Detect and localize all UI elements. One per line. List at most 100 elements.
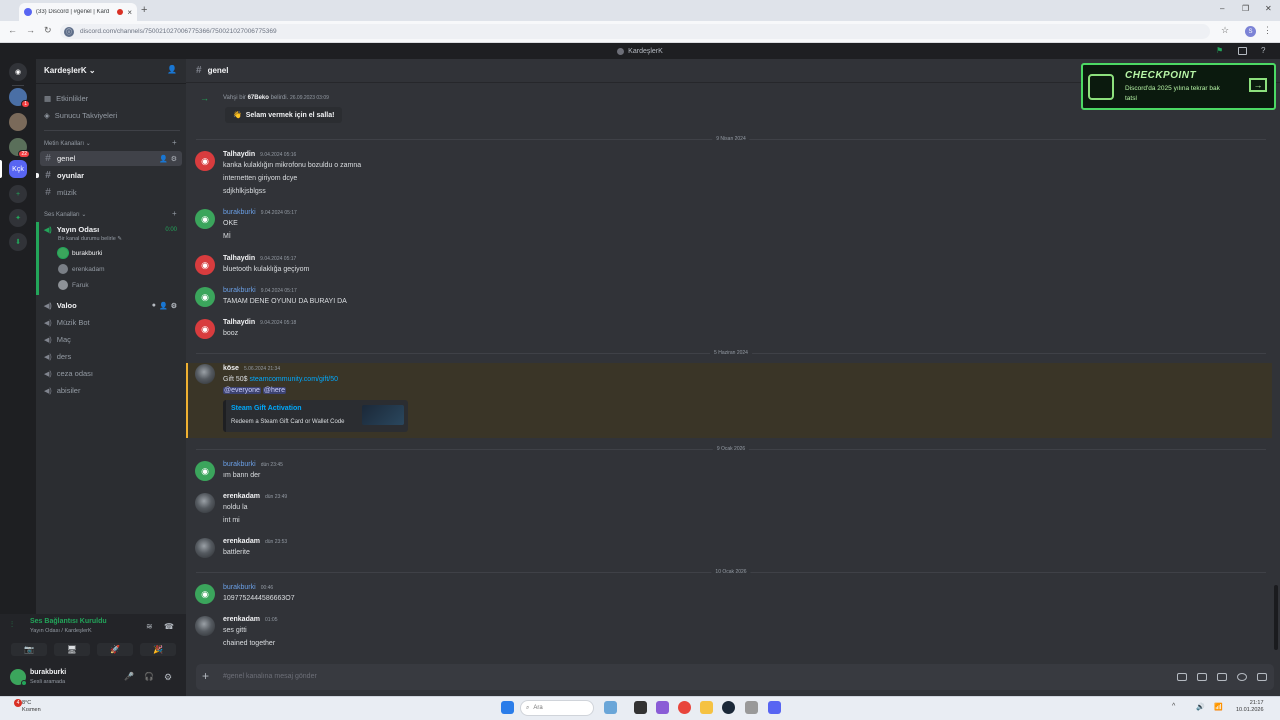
weather-widget[interactable]: 8°C Kısmen [22,700,41,714]
start-icon[interactable] [501,701,514,714]
browser-tab[interactable]: (33) Discord | #genel | Kard × [19,3,137,21]
gif-icon[interactable] [1197,673,1207,681]
screen-share-button[interactable]: 🖥 [54,643,90,656]
forward-icon[interactable]: → [26,25,35,35]
server-name-header[interactable]: KardeşlerK ⌄ [44,66,96,75]
avatar[interactable]: ◉ [195,319,215,339]
gift-icon[interactable] [1177,673,1187,681]
download-icon[interactable]: ⬇ [9,233,27,251]
server-icon-3[interactable]: 22 [9,138,30,158]
close-window-button[interactable]: ✕ [1265,4,1272,13]
create-voice-channel-button[interactable]: + [172,209,177,218]
channel-muzik[interactable]: # müzik [40,185,182,200]
message-author[interactable]: köse [223,365,239,372]
message-author[interactable]: Talhaydin [223,319,255,326]
message-author[interactable]: burakburki [223,209,256,216]
network-icon[interactable]: 📶 [1214,703,1223,711]
mention-everyone[interactable]: @everyone [223,387,261,394]
discord-taskbar-icon[interactable] [768,701,781,714]
browser-menu-icon[interactable]: ⋮ [1263,25,1272,36]
invite-icon[interactable]: 👤 [167,65,177,74]
tab-close-icon[interactable]: × [127,8,132,17]
voice-status[interactable]: Ses Bağlantısı Kuruldu [30,618,107,625]
message-author[interactable]: erenkadam [223,616,260,623]
voice-user-faruk[interactable]: Faruk [58,280,89,290]
avatar[interactable] [195,616,215,636]
text-category[interactable]: Metin Kanalları ⌄ [44,140,91,147]
activities-button[interactable]: 🚀 [97,643,133,656]
url-field[interactable]: ⓘ discord.com/channels/75002102700677536… [60,24,1210,39]
gift-link[interactable]: steamcommunity.com/gift/50 [249,376,338,383]
voice-channel-mac[interactable]: ◀) Maç [40,332,182,347]
invite-icon[interactable]: 👤 [159,302,168,310]
camera-button[interactable]: 📷 [11,643,47,656]
avatar[interactable]: ◉ [195,461,215,481]
voice-channel-ceza-odasi[interactable]: ◀) ceza odası [40,366,182,381]
message-author[interactable]: erenkadam [223,493,260,500]
message-author[interactable]: Talhaydin [223,151,255,158]
help-icon[interactable]: ? [1261,46,1271,56]
avatar[interactable]: ◉ [195,151,215,171]
chrome-icon[interactable] [678,701,691,714]
voice-channel-abisiler[interactable]: ◀) abisiler [40,383,182,398]
discover-icon[interactable]: ✦ [9,209,27,227]
message-author[interactable]: Talhaydin [223,255,255,262]
voice-location[interactable]: Yayın Odası / KardeşlerK [30,628,92,634]
message-author[interactable]: erenkadam [223,538,260,545]
steam-icon[interactable] [722,701,735,714]
message-author[interactable]: burakburki [223,287,256,294]
invite-icon[interactable]: 👤 [159,155,168,163]
message-author[interactable]: burakburki [223,461,256,468]
sticker-icon[interactable] [1217,673,1227,681]
server-boosts-item[interactable]: ◈ Sunucu Takviyeleri [44,111,117,120]
signal-icon[interactable]: ⫶ [11,620,13,630]
voice-channel-yayin-odasi[interactable]: ◀) Yayın Odası 0:00 [40,222,182,237]
apps-icon[interactable] [1257,673,1267,681]
avatar[interactable]: ◉ [195,209,215,229]
server-icon-2[interactable] [9,113,27,131]
voice-channel-muzik-bot[interactable]: ◀) Müzik Bot [40,315,182,330]
gear-icon[interactable]: ⚙ [164,672,172,683]
voice-category[interactable]: Ses Kanalları ⌄ [44,211,86,218]
bookmark-star-icon[interactable]: ☆ [1221,25,1229,36]
clock[interactable]: 21:17 10.01.2026 [1236,700,1264,714]
embed-title[interactable]: Steam Gift Activation [231,405,302,412]
system-user[interactable]: 67Beko [248,95,269,101]
voice-channel-ders[interactable]: ◀) ders [40,349,182,364]
avatar[interactable]: ◉ [195,287,215,307]
attach-plus-icon[interactable]: + [202,669,209,683]
voice-channel-valoo[interactable]: ◀) Valoo ● 👤 ⚙ [40,298,182,313]
disconnect-icon[interactable]: ☎ [164,622,174,631]
new-tab-button[interactable]: + [141,4,147,16]
maximize-button[interactable]: ❐ [1242,4,1249,13]
site-info-icon[interactable]: ⓘ [64,26,74,37]
file-explorer-icon[interactable] [700,701,713,714]
mic-icon[interactable]: 🎤 [124,672,134,681]
add-server-icon[interactable]: + [9,185,27,203]
gear-icon[interactable]: ⚙ [171,302,177,310]
avatar[interactable]: ◉ [195,584,215,604]
gear-icon[interactable]: ⚙ [171,155,177,163]
server-icon-1[interactable]: 1 [9,88,30,108]
inbox-icon[interactable] [1238,47,1247,55]
noise-suppression-icon[interactable]: ≋ [146,622,153,631]
minimize-button[interactable]: – [1220,4,1224,13]
chat-scrollbar[interactable] [1274,585,1278,650]
task-view-icon[interactable] [634,701,647,714]
volume-icon[interactable]: 🔊 [1196,703,1205,711]
discord-home-icon[interactable]: ◉ [9,63,27,81]
voice-status-prompt[interactable]: Bir kanal durumu belirle ✎ [58,236,122,242]
checkpoint-open-arrow-icon[interactable]: → [1249,78,1267,92]
soundboard-button[interactable]: 🎉 [140,643,176,656]
back-icon[interactable]: ← [8,25,17,35]
reload-icon[interactable]: ↻ [44,25,52,36]
message-composer[interactable]: + #genel kanalına mesaj gönder [196,664,1274,690]
chat-icon[interactable]: ● [152,302,156,310]
landscape-widget-icon[interactable] [604,701,617,714]
avatar[interactable] [195,493,215,513]
profile-avatar[interactable]: S [1245,26,1256,37]
emoji-icon[interactable] [1237,673,1247,681]
voice-user-erenkadam[interactable]: erenkadam [58,264,105,274]
tray-overflow-icon[interactable]: ^ [1172,703,1175,710]
avatar[interactable] [195,538,215,558]
